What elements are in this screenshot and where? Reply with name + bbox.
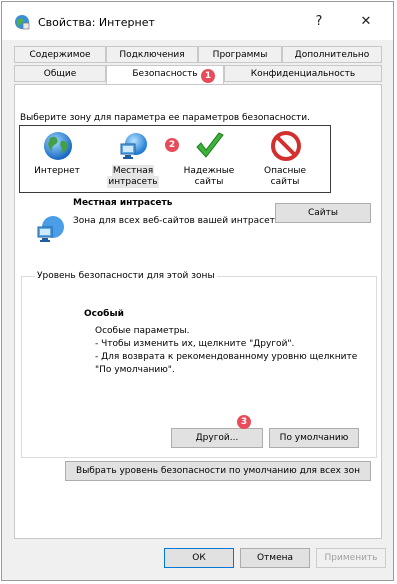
zone-restricted-sites[interactable]: Опасные сайты: [250, 126, 320, 192]
zone-internet-label: Интернет: [22, 166, 92, 177]
ok-button[interactable]: ОК: [164, 548, 234, 568]
tab-strip: Содержимое Подключения Программы Дополни…: [14, 46, 382, 84]
globe-icon: [44, 132, 72, 160]
zone-internet-line1: Интернет: [34, 166, 80, 176]
zone-trusted-label: Надежные сайты: [174, 166, 244, 188]
security-level-description: Особые параметры. - Чтобы изменить их, щ…: [95, 326, 358, 375]
selected-zone-title: Местная интрасеть: [73, 198, 173, 208]
custom-level-button[interactable]: Другой...: [171, 428, 263, 448]
internet-properties-window: Свойства: Интернет ? ✕ Содержимое Подклю…: [1, 1, 394, 581]
reset-all-zones-button[interactable]: Выбрать уровень безопасности по умолчани…: [65, 461, 371, 481]
tab-programs[interactable]: Программы: [198, 46, 282, 63]
tab-advanced[interactable]: Дополнительно: [282, 46, 382, 63]
prohibited-icon: [271, 131, 301, 161]
tab-general[interactable]: Общие: [14, 65, 106, 82]
step-badge-2: 2: [165, 138, 179, 152]
window-title: Свойства: Интернет: [38, 16, 155, 29]
step-badge-1: 1: [201, 69, 215, 83]
intranet-icon: [120, 133, 147, 159]
zone-restricted-line1: Опасные: [264, 166, 306, 176]
zone-local-intranet[interactable]: Местная интрасеть: [98, 126, 168, 192]
security-tab-panel: Выберите зону для параметра ее параметро…: [14, 84, 382, 539]
zone-restricted-line2: сайты: [270, 177, 300, 187]
tab-privacy[interactable]: Конфиденциальность: [224, 65, 382, 82]
cancel-button[interactable]: Отмена: [240, 548, 310, 568]
sites-button[interactable]: Сайты: [275, 203, 371, 223]
apply-button[interactable]: Применить: [316, 548, 386, 568]
zone-intranet-label: Местная интрасеть: [98, 165, 168, 188]
zone-prompt: Выберите зону для параметра ее параметро…: [20, 113, 311, 123]
intranet-icon: [37, 216, 64, 242]
tab-connections[interactable]: Подключения: [106, 46, 198, 63]
selected-zone-description: Зона для всех веб-сайтов вашей интрасети…: [73, 216, 284, 226]
title-bar: Свойства: Интернет ? ✕: [2, 2, 393, 40]
zone-internet[interactable]: Интернет: [22, 126, 92, 192]
zone-selector: Интернет Местная интрасеть Надежные сайт…: [19, 125, 331, 193]
internet-options-icon: [15, 15, 30, 30]
tab-content[interactable]: Содержимое: [14, 46, 106, 63]
help-button[interactable]: ?: [304, 10, 334, 34]
security-level-group-title: Уровень безопасности для этой зоны: [35, 271, 217, 281]
zone-trusted-line1: Надежные: [183, 166, 235, 176]
zone-restricted-label: Опасные сайты: [250, 166, 320, 188]
default-level-button[interactable]: По умолчанию: [269, 428, 359, 448]
step-badge-3: 3: [237, 415, 251, 429]
zone-trusted-line2: сайты: [194, 177, 224, 187]
zone-trusted-sites[interactable]: Надежные сайты: [174, 126, 244, 192]
zone-intranet-line2: интрасеть: [107, 176, 159, 188]
close-button[interactable]: ✕: [351, 10, 381, 34]
security-level-title: Особый: [84, 309, 124, 319]
checkmark-icon: [196, 132, 224, 158]
